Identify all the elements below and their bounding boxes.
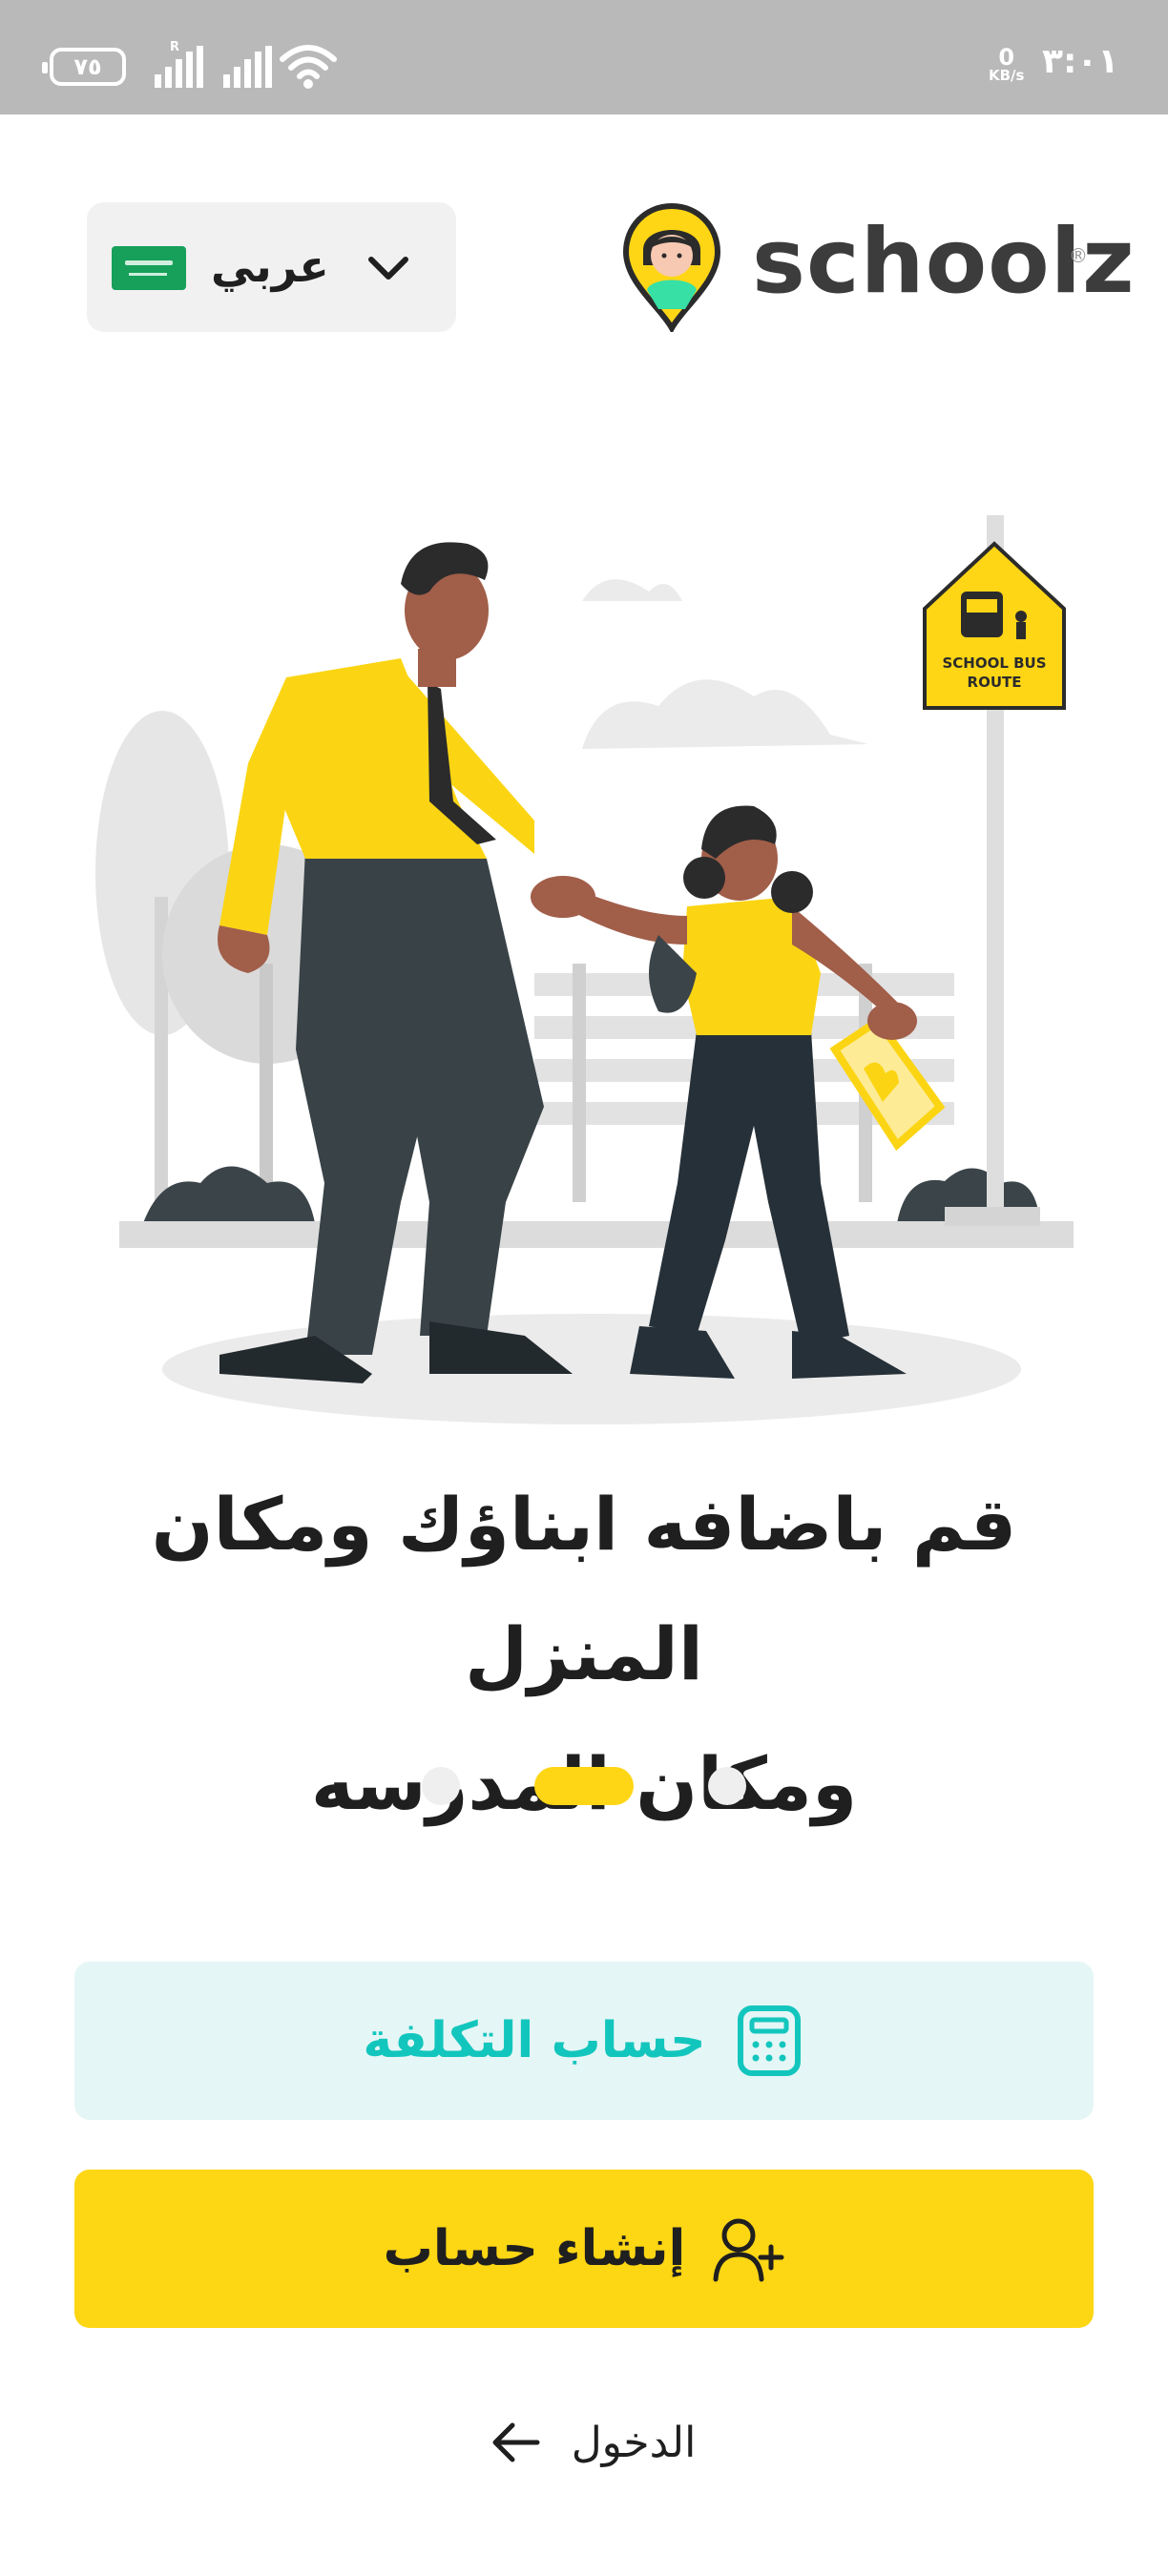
login-link[interactable]: الدخول [468, 2404, 716, 2481]
network-speed: 0 KB/s [989, 46, 1024, 83]
create-account-button[interactable]: إنشاء حساب [74, 2170, 1094, 2328]
page-dot[interactable] [708, 1767, 746, 1805]
headline-line-1: قم باضافه ابناؤك ومكان المنزل [151, 1482, 1017, 1696]
page-dot-active[interactable] [534, 1767, 634, 1805]
create-account-label: إنشاء حساب [383, 2220, 686, 2277]
language-selector[interactable]: عربي [87, 202, 456, 332]
saudi-flag-icon [112, 246, 186, 290]
page-dot[interactable] [422, 1767, 460, 1805]
login-label: الدخول [571, 2418, 697, 2467]
schoolz-logo: schoolz ® [622, 202, 1135, 336]
battery-indicator: ٧٥ [42, 48, 126, 86]
calculate-cost-button[interactable]: حساب التكلفة [74, 1962, 1094, 2120]
network-speed-value: 0 [998, 44, 1015, 71]
registered-mark: ® [1069, 244, 1088, 267]
calculate-cost-label: حساب التكلفة [363, 2012, 706, 2069]
arrow-left-icon [492, 2422, 540, 2462]
chevron-down-icon [368, 257, 408, 280]
girl-figure [563, 805, 946, 1379]
wifi-icon [280, 45, 337, 89]
battery-level: ٧٥ [73, 53, 102, 80]
page-indicator [0, 1767, 1168, 1805]
status-bar: ٧٥ R 0 KB/s ٣:٠١ [0, 0, 1168, 114]
logo-pin-icon [622, 202, 721, 332]
calculator-icon [737, 2005, 801, 2076]
signal-strength-icon [155, 46, 204, 88]
sign-text-line2: ROUTE [968, 674, 1022, 691]
sign-text-line1: SCHOOL BUS [942, 654, 1046, 672]
language-label: عربي [211, 240, 329, 292]
onboarding-illustration: SCHOOL BUS ROUTE [95, 515, 1074, 1424]
add-user-icon [713, 2218, 784, 2282]
status-time: ٣:٠١ [1042, 42, 1119, 81]
signal-strength-icon-2 [223, 46, 273, 88]
school-bus-sign: SCHOOL BUS ROUTE [923, 541, 1066, 710]
network-speed-unit: KB/s [989, 67, 1025, 84]
